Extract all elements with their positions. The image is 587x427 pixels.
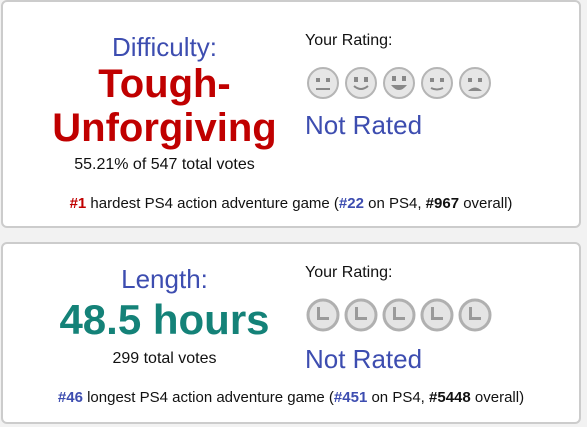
length-votes: 299 total votes [112, 350, 217, 367]
grin-face-icon[interactable] [382, 66, 416, 100]
clock-icon[interactable] [306, 298, 340, 332]
length-your-rating-label: Your Rating: [305, 264, 393, 281]
difficulty-rank-line: #1 hardest PS4 action adventure game (#2… [3, 195, 579, 212]
difficulty-rating-icons [306, 66, 492, 100]
difficulty-your-rating-label: Your Rating: [305, 32, 393, 49]
length-rank-num[interactable]: #46 [58, 389, 83, 406]
length-not-rated: Not Rated [305, 344, 423, 374]
length-label: Length: [121, 264, 208, 294]
slight-smile-face-icon[interactable] [420, 66, 454, 100]
length-rating-icons [306, 298, 492, 332]
straight-face-icon[interactable] [306, 66, 340, 100]
length-rank-line: #46 longest PS4 action adventure game (#… [3, 389, 579, 406]
difficulty-votes: 55.21% of 547 total votes [74, 156, 255, 173]
difficulty-card: Difficulty: Tough- Unforgiving 55.21% of… [1, 0, 581, 228]
difficulty-value: Tough- Unforgiving [27, 62, 302, 150]
length-rank-text2: on PS4, [367, 389, 430, 406]
clock-icon[interactable] [382, 298, 416, 332]
difficulty-rank-num[interactable]: #1 [70, 195, 87, 212]
clock-icon[interactable] [458, 298, 492, 332]
length-rank-text3: overall) [470, 389, 525, 406]
difficulty-value-line2: Unforgiving [52, 106, 277, 150]
difficulty-rank-text2: on PS4, [363, 195, 426, 212]
smile-face-icon[interactable] [344, 66, 378, 100]
clock-icon[interactable] [344, 298, 378, 332]
length-value: 48.5 hours [59, 296, 270, 343]
difficulty-value-line1: Tough- [98, 62, 231, 106]
frown-face-icon[interactable] [458, 66, 492, 100]
clock-icon[interactable] [420, 298, 454, 332]
difficulty-rank-text1: hardest PS4 action adventure game ( [86, 195, 339, 212]
length-overall-rank-num[interactable]: #5448 [429, 389, 471, 406]
difficulty-not-rated: Not Rated [305, 110, 423, 140]
difficulty-label: Difficulty: [112, 32, 217, 62]
difficulty-rank-text3: overall) [459, 195, 513, 212]
length-platform-rank-num[interactable]: #451 [334, 389, 367, 406]
length-card: Length: 48.5 hours 299 total votes Your … [1, 242, 581, 424]
difficulty-platform-rank-num[interactable]: #22 [339, 195, 364, 212]
length-rank-text1: longest PS4 action adventure game ( [82, 389, 334, 406]
difficulty-overall-rank-num[interactable]: #967 [426, 195, 459, 212]
